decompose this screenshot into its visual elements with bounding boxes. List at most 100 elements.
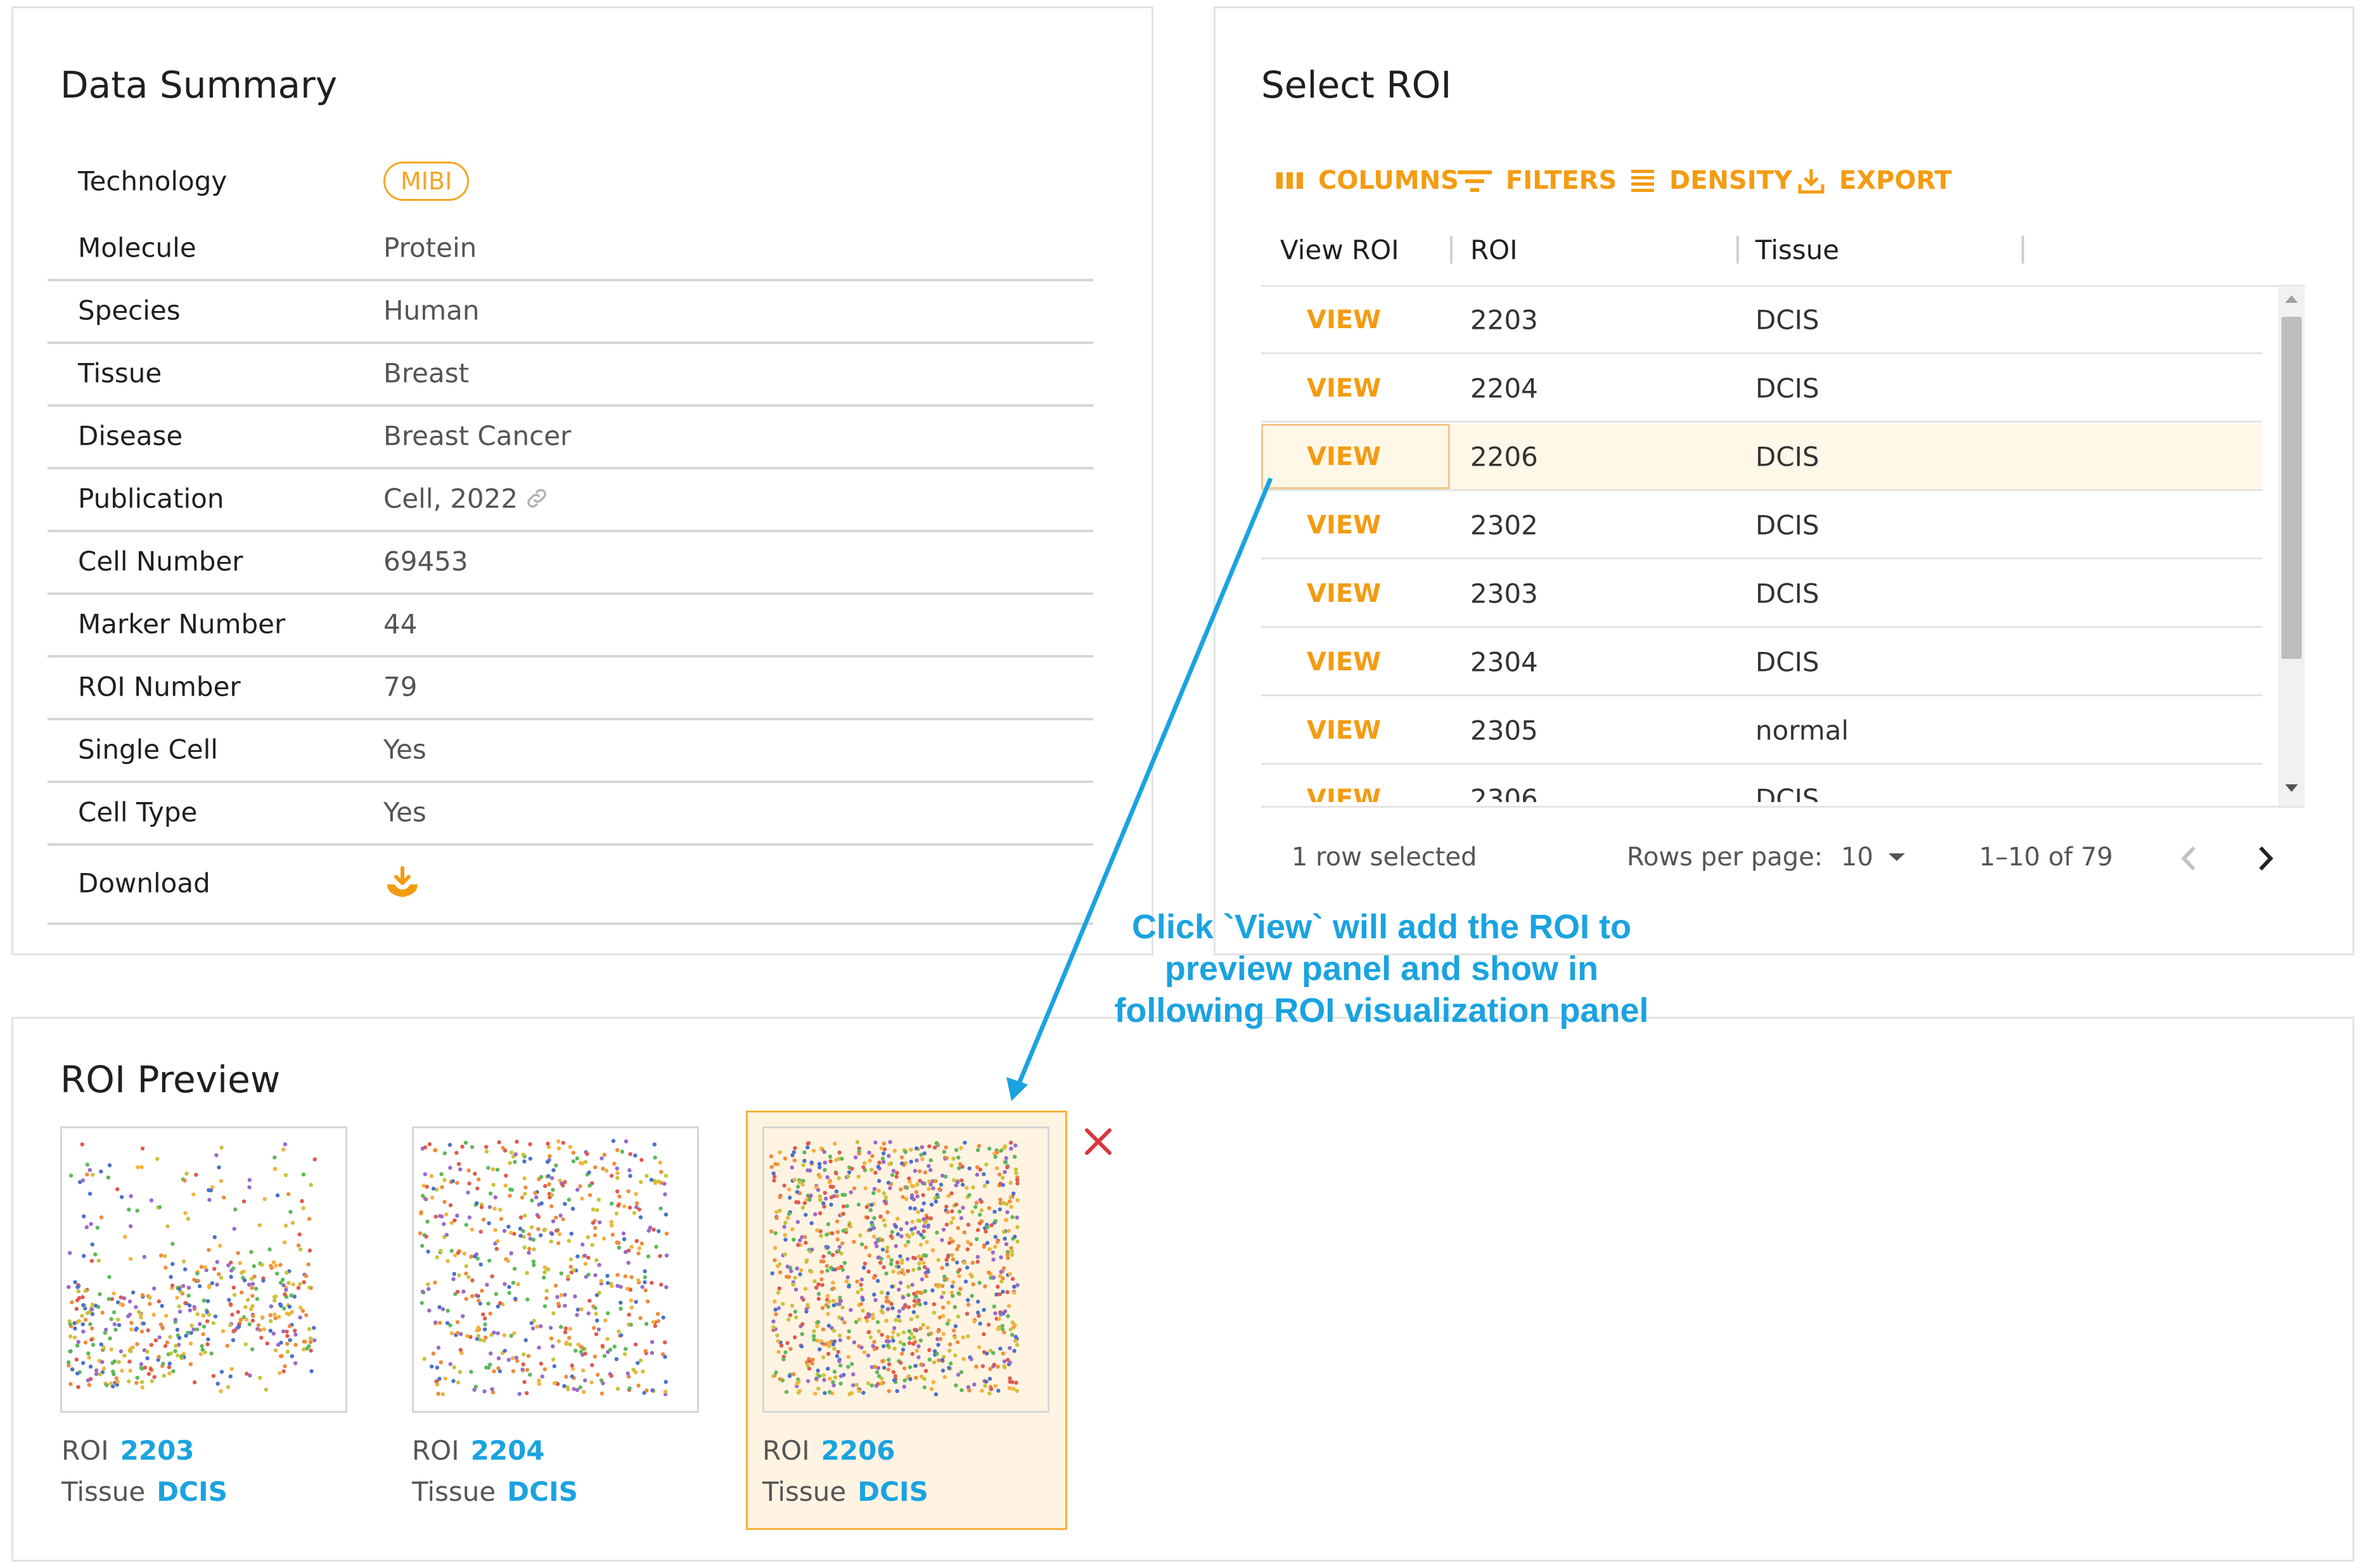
cell-dot	[956, 1314, 961, 1319]
table-scrollbar[interactable]	[2278, 286, 2305, 806]
cell-dot	[422, 1356, 426, 1361]
cell-dot	[840, 1192, 845, 1197]
cell-dot	[300, 1308, 305, 1313]
roi-thumbnail[interactable]	[60, 1126, 347, 1413]
cell-dot	[285, 1270, 289, 1275]
scrollbar-thumb[interactable]	[2281, 317, 2302, 659]
summary-row-molecule: Molecule Protein	[48, 216, 1093, 281]
cell-dot	[298, 1247, 303, 1252]
cell-dot	[205, 1342, 210, 1347]
cell-dot	[265, 1341, 269, 1346]
filters-button[interactable]: FILTERS	[1458, 166, 1617, 195]
cell-dot	[779, 1343, 784, 1348]
cell-dot	[867, 1151, 871, 1155]
cell-dot	[933, 1179, 938, 1183]
cell-dot	[657, 1229, 661, 1233]
cell-dot	[871, 1344, 875, 1348]
previous-page-icon[interactable]	[2176, 843, 2202, 874]
summary-value: Protein	[383, 232, 477, 263]
cell-dot	[882, 1199, 887, 1204]
view-button[interactable]: VIEW	[1307, 647, 1381, 677]
cell-dot	[548, 1154, 552, 1158]
density-button[interactable]: DENSITY	[1630, 166, 1792, 195]
cell-dot	[538, 1324, 543, 1329]
roi-thumbnail[interactable]	[412, 1126, 699, 1413]
cell-dot	[895, 1389, 899, 1393]
cell-dot	[778, 1195, 782, 1199]
cell-dot	[119, 1302, 123, 1306]
cell-dot	[80, 1178, 86, 1183]
cell-dot	[128, 1257, 133, 1261]
cell-dot	[81, 1329, 86, 1334]
close-icon[interactable]	[1082, 1125, 1115, 1158]
cell-dot	[920, 1145, 925, 1149]
cell-dot	[932, 1349, 937, 1353]
cell-dot	[886, 1254, 891, 1259]
column-header-view-roi[interactable]: View ROI	[1280, 234, 1399, 265]
cell-dot	[199, 1265, 203, 1269]
scroll-down-arrow-icon[interactable]	[2285, 784, 2298, 792]
cell-dot	[105, 1383, 109, 1387]
next-page-icon[interactable]	[2253, 843, 2278, 874]
cell-dot	[518, 1215, 523, 1220]
cell-dot	[847, 1170, 852, 1175]
cell-dot	[492, 1369, 496, 1374]
column-separator[interactable]	[2022, 236, 2024, 264]
cell-dot	[469, 1370, 473, 1374]
cell-dot	[829, 1265, 833, 1270]
cell-dot	[94, 1368, 99, 1373]
view-button[interactable]: VIEW	[1307, 784, 1381, 803]
cell-dot	[814, 1376, 819, 1381]
cell-dot	[136, 1310, 141, 1314]
cell-dot	[911, 1310, 916, 1315]
cell-dot	[909, 1183, 914, 1188]
cell-dot	[135, 1375, 139, 1380]
roi-id-link[interactable]: 2204	[471, 1435, 545, 1466]
column-header-roi[interactable]: ROI	[1470, 234, 1518, 265]
cell-dot	[880, 1238, 885, 1242]
download-icon[interactable]	[383, 865, 421, 901]
cell-dot	[264, 1387, 269, 1392]
cell-dot	[456, 1380, 461, 1385]
cell-dot	[111, 1369, 115, 1374]
cell-dot	[537, 1378, 541, 1383]
roi-label: ROI	[61, 1435, 109, 1466]
view-button[interactable]: VIEW	[1307, 716, 1381, 745]
cell-dot	[231, 1338, 236, 1342]
cell-dot	[225, 1344, 229, 1348]
scroll-up-arrow-icon[interactable]	[2285, 295, 2298, 303]
roi-caption: ROI 2204	[412, 1435, 545, 1466]
cell-dot	[136, 1165, 140, 1170]
cell-dot	[923, 1289, 928, 1294]
cell-dot	[831, 1383, 836, 1387]
cell-dot	[875, 1244, 879, 1249]
cell-dot	[841, 1211, 845, 1216]
column-header-tissue[interactable]: Tissue	[1755, 234, 1839, 265]
cell-dot	[664, 1232, 669, 1236]
roi-id-link[interactable]: 2203	[120, 1435, 195, 1466]
cell-dot	[790, 1165, 795, 1170]
cell-dot	[939, 1182, 944, 1187]
column-separator[interactable]	[1450, 236, 1453, 264]
view-button[interactable]: VIEW	[1307, 442, 1381, 471]
column-separator[interactable]	[1736, 236, 1739, 264]
cell-dot	[949, 1361, 953, 1366]
export-button[interactable]: EXPORT	[1797, 166, 1952, 195]
cell-dot	[157, 1354, 161, 1359]
view-button[interactable]: VIEW	[1307, 511, 1381, 540]
cell-dot	[529, 1225, 534, 1230]
cell-dot	[80, 1295, 85, 1299]
cell-dot	[900, 1268, 905, 1272]
cell-dot	[186, 1216, 191, 1221]
cell-dot	[1007, 1386, 1012, 1391]
rows-per-page-select[interactable]: 10	[1841, 843, 1905, 872]
cell-dot	[1006, 1304, 1011, 1308]
view-button[interactable]: VIEW	[1307, 374, 1381, 403]
columns-button[interactable]: COLUMNS	[1275, 166, 1459, 195]
cell-dot	[1013, 1167, 1018, 1172]
roi-id-link[interactable]: 2206	[821, 1435, 895, 1466]
cell-dot	[979, 1199, 984, 1204]
view-button[interactable]: VIEW	[1307, 579, 1381, 608]
roi-thumbnail[interactable]	[762, 1126, 1049, 1413]
view-button[interactable]: VIEW	[1307, 305, 1381, 335]
